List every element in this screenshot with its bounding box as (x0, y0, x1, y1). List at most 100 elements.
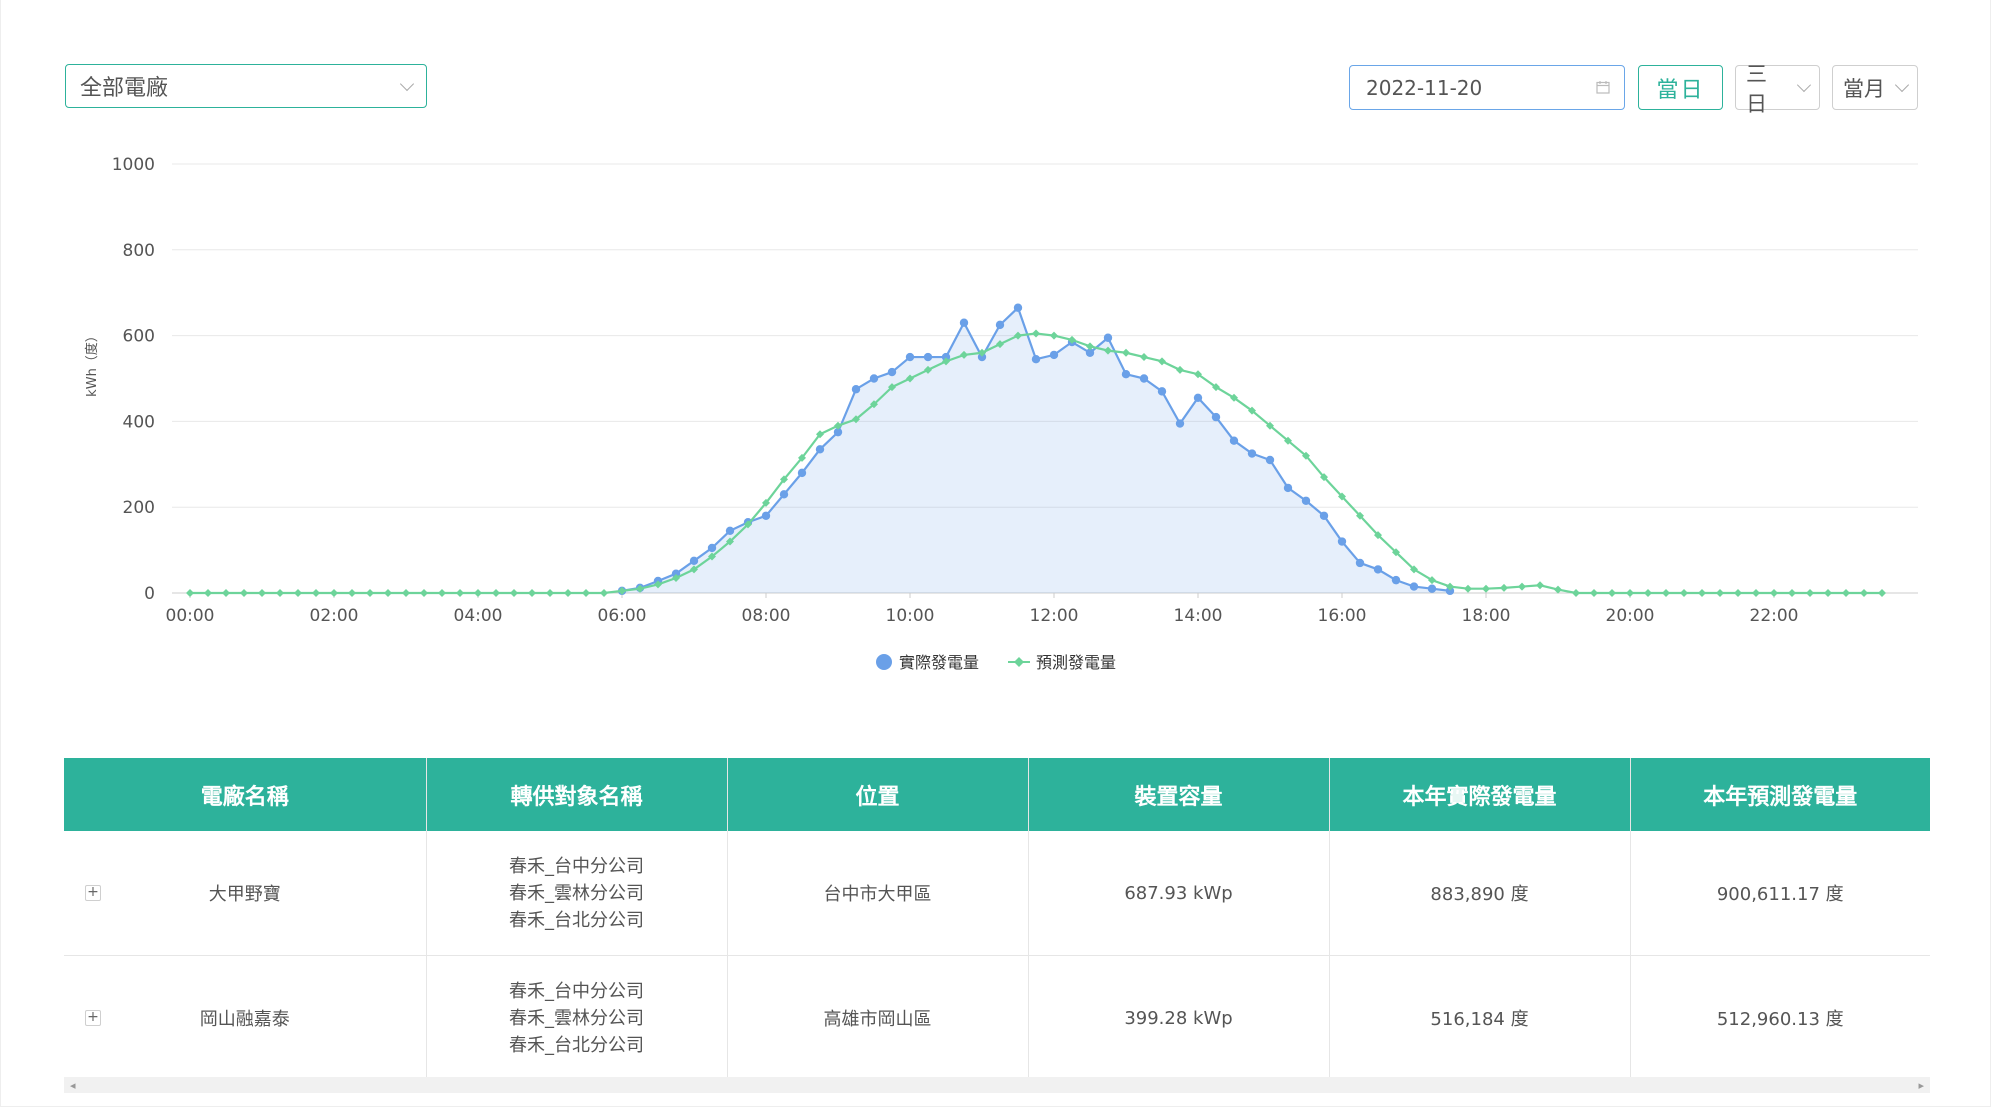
data-point (707, 543, 717, 553)
cell-plant-name: + 岡山融嘉泰 (64, 955, 427, 1081)
col-header-targets[interactable]: 轉供對象名稱 (426, 758, 728, 831)
target-name: 春禾_台中分公司 (509, 980, 644, 1002)
date-input[interactable] (1364, 74, 1578, 101)
data-point (1464, 584, 1472, 593)
data-point (510, 589, 518, 597)
today-button[interactable]: 當日 (1638, 65, 1723, 110)
data-point (1193, 393, 1203, 403)
scroll-right-icon[interactable]: ▸ (1918, 1079, 1924, 1092)
table-header-row: 電廠名稱 轉供對象名稱 位置 裝置容量 本年實際發電量 本年預測發電量 (64, 758, 1930, 831)
data-point (869, 374, 879, 383)
data-point (186, 589, 194, 597)
data-point (564, 589, 572, 597)
data-point (1842, 589, 1850, 597)
col-header-forecast[interactable]: 本年預測發電量 (1630, 758, 1930, 831)
data-point (1752, 589, 1760, 597)
period-select[interactable]: 當月 (1832, 65, 1918, 110)
x-tick-label: 08:00 (742, 606, 791, 626)
cell-forecast: 900,611.17 度 (1630, 831, 1930, 956)
data-point (905, 352, 915, 362)
data-point (1337, 537, 1347, 546)
data-point (384, 589, 392, 597)
data-point (1121, 370, 1131, 379)
data-point (995, 320, 1005, 330)
x-tick-label: 20:00 (1606, 606, 1655, 626)
data-point (1301, 496, 1311, 505)
horizontal-scrollbar[interactable]: ◂ ▸ (64, 1077, 1930, 1093)
y-tick-label: 0 (144, 584, 155, 604)
y-tick-label: 800 (123, 241, 155, 261)
cell-actual: 883,890 度 (1329, 831, 1631, 956)
x-tick-label: 02:00 (310, 606, 359, 626)
cell-location: 高雄市岡山區 (727, 955, 1029, 1081)
data-point (1878, 589, 1886, 597)
col-header-actual[interactable]: 本年實際發電量 (1329, 758, 1631, 831)
scroll-left-icon[interactable]: ◂ (70, 1079, 76, 1092)
x-tick-label: 16:00 (1318, 606, 1367, 626)
data-point (348, 589, 356, 597)
data-point (1644, 589, 1652, 597)
col-header-location[interactable]: 位置 (727, 758, 1029, 831)
data-point (1716, 589, 1724, 597)
data-point (1049, 350, 1059, 360)
y-axis-label: kWh（度） (84, 329, 100, 397)
data-point (1608, 589, 1616, 597)
data-point (258, 589, 266, 597)
expand-row-button[interactable]: + (85, 1010, 101, 1026)
range-select[interactable]: 三日 (1735, 62, 1820, 116)
data-point (1103, 333, 1113, 342)
data-point (1158, 357, 1166, 366)
data-point (1409, 582, 1419, 591)
data-point (312, 589, 320, 597)
data-point (1139, 374, 1149, 383)
target-name: 春禾_台北分公司 (509, 909, 644, 931)
col-header-capacity[interactable]: 裝置容量 (1028, 758, 1330, 831)
data-point (1554, 585, 1562, 594)
cell-location: 台中市大甲區 (727, 831, 1029, 956)
data-point (1211, 412, 1221, 422)
date-picker[interactable] (1349, 65, 1625, 110)
data-point (1050, 331, 1058, 340)
col-header-plant-name[interactable]: 電廠名稱 (64, 758, 427, 831)
cell-actual: 516,184 度 (1329, 955, 1631, 1081)
data-point (1157, 387, 1167, 396)
plant-select-value: 全部電廠 (80, 76, 169, 101)
data-point (1032, 329, 1040, 338)
data-point (1788, 589, 1796, 597)
plant-name: 大甲野寶 (208, 884, 281, 905)
expand-row-button[interactable]: + (85, 885, 101, 901)
data-point (1319, 511, 1329, 520)
data-point (923, 352, 933, 362)
plant-table: 電廠名稱 轉供對象名稱 位置 裝置容量 本年實際發電量 本年預測發電量 + 大甲… (64, 758, 1930, 1081)
data-point (1734, 589, 1742, 597)
data-point (887, 367, 897, 377)
x-tick-label: 00:00 (166, 606, 215, 626)
data-point (1824, 589, 1832, 597)
data-point (420, 589, 428, 597)
target-name: 春禾_雲林分公司 (509, 1007, 644, 1029)
data-point (1373, 565, 1383, 574)
chevron-down-icon (1894, 77, 1910, 93)
cell-capacity: 687.93 kWp (1028, 831, 1330, 956)
cell-plant-name: + 大甲野寶 (64, 831, 427, 956)
table-row: + 岡山融嘉泰 春禾_台中分公司 春禾_雲林分公司 春禾_台北分公司 高雄市岡山… (64, 955, 1930, 1081)
legend-marker-forecast (1014, 657, 1024, 667)
data-point (815, 445, 825, 454)
data-point (240, 589, 248, 597)
x-tick-label: 06:00 (598, 606, 647, 626)
data-point (1536, 581, 1544, 590)
data-point (761, 511, 771, 520)
y-tick-label: 1000 (112, 155, 155, 175)
x-tick-label: 22:00 (1750, 606, 1799, 626)
data-point (1662, 589, 1670, 597)
data-point (725, 526, 735, 535)
data-point (276, 589, 284, 597)
data-point (1247, 449, 1257, 458)
data-point (1806, 589, 1814, 597)
series-area-實際發電量 (622, 307, 1450, 593)
plant-select[interactable]: 全部電廠 (65, 64, 427, 108)
plant-name: 岡山融嘉泰 (199, 1009, 290, 1030)
data-point (779, 490, 789, 499)
data-point (402, 589, 410, 597)
x-tick-label: 14:00 (1174, 606, 1223, 626)
